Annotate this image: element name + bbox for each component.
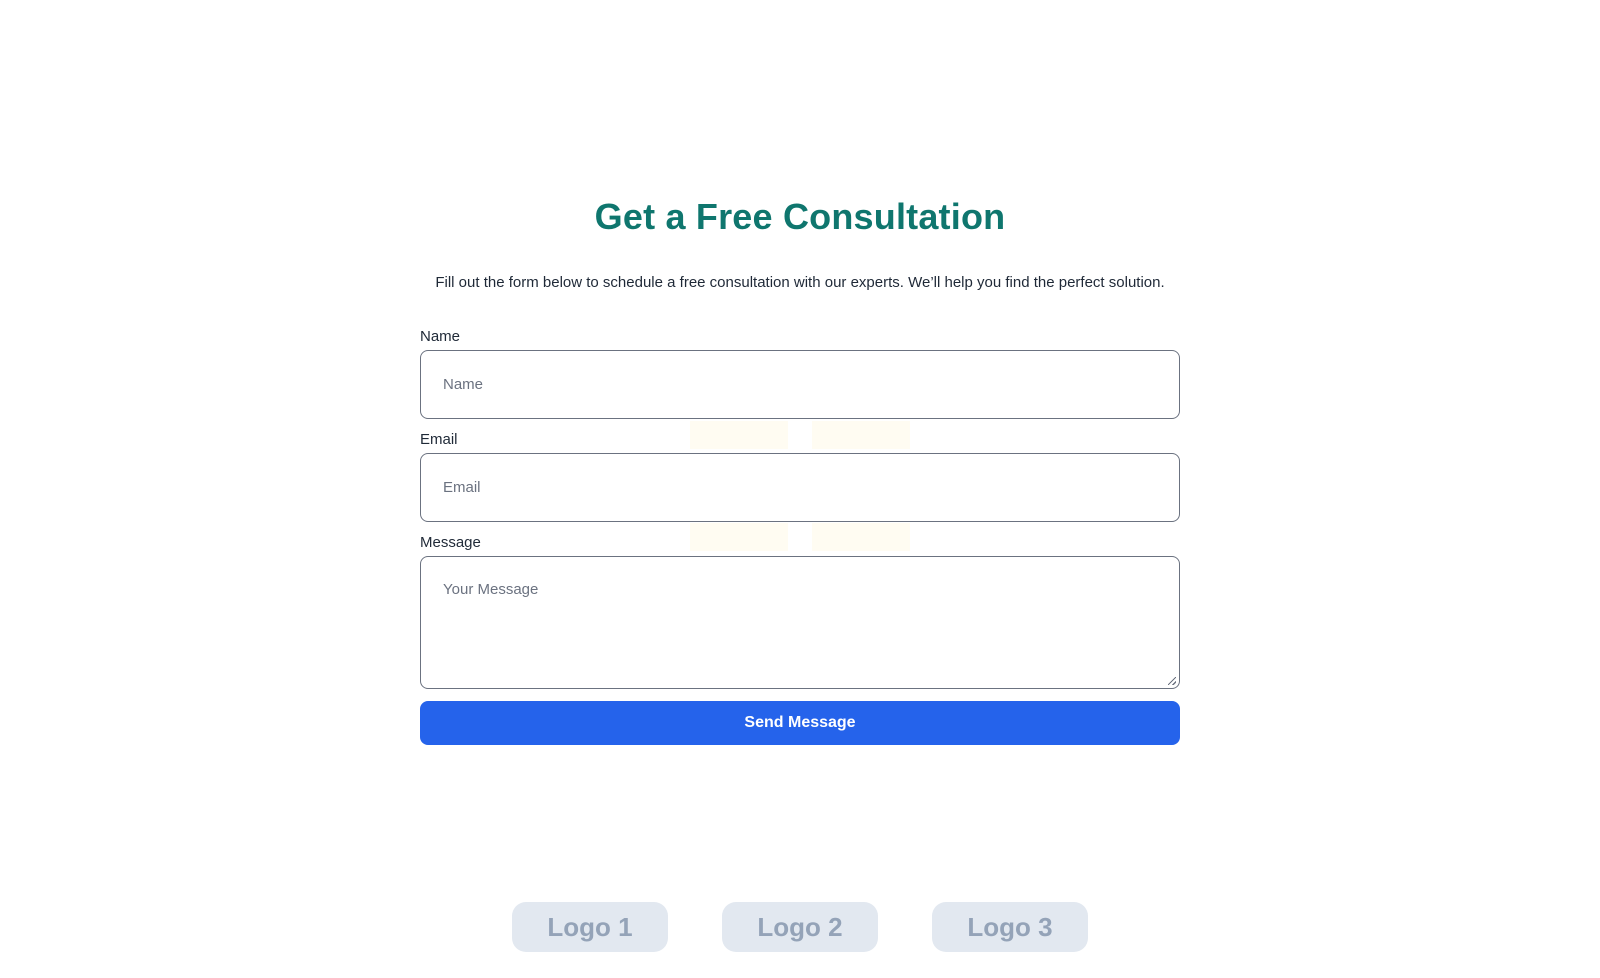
email-label: Email <box>420 431 458 448</box>
message-placeholder: Your Message <box>443 581 539 598</box>
partner-logo-1: Logo 1 <box>512 902 668 952</box>
resize-handle-icon[interactable] <box>1168 677 1176 685</box>
consultation-section: Get a Free Consultation Fill out the for… <box>0 0 1600 978</box>
email-placeholder: Email <box>443 479 481 496</box>
page-subtitle: Fill out the form below to schedule a fr… <box>435 274 1165 291</box>
page-title: Get a Free Consultation <box>594 196 1006 237</box>
email-input[interactable]: Email <box>420 453 1180 522</box>
send-message-button[interactable]: Send Message <box>420 701 1180 745</box>
name-label: Name <box>420 328 461 345</box>
message-textarea[interactable]: Your Message <box>420 556 1180 689</box>
partner-logo-2: Logo 2 <box>722 902 878 952</box>
name-input[interactable]: Name <box>420 350 1180 419</box>
partner-logo-3: Logo 3 <box>932 902 1088 952</box>
consultation-form: Name Name Email Email Message Your Messa… <box>420 328 1180 745</box>
name-placeholder: Name <box>443 376 484 393</box>
logo-row: Logo 1 Logo 2 Logo 3 <box>0 902 1600 952</box>
message-label: Message <box>420 534 481 551</box>
